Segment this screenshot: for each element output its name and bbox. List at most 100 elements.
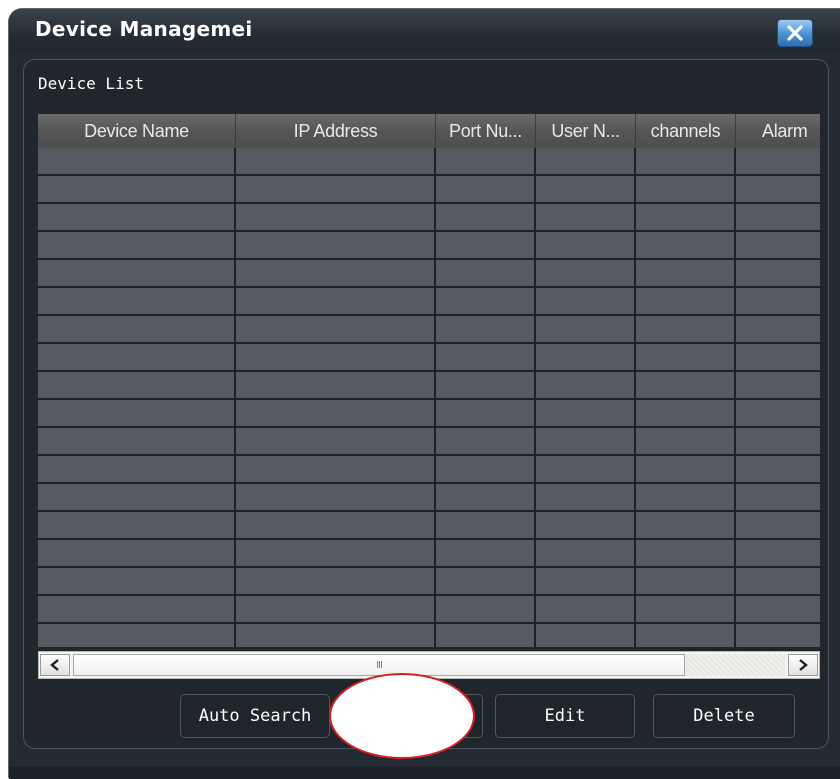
column-header-alarm[interactable]: Alarm bbox=[736, 114, 820, 148]
column-header-channels[interactable]: channels bbox=[636, 114, 736, 148]
auto-search-button[interactable]: Auto Search bbox=[180, 694, 330, 738]
table-cell bbox=[736, 484, 820, 510]
table-cell bbox=[736, 316, 820, 342]
table-cell bbox=[536, 148, 636, 174]
bottom-edge bbox=[9, 767, 840, 779]
table-cell bbox=[636, 568, 736, 594]
column-header-port-number[interactable]: Port Nu... bbox=[436, 114, 536, 148]
table-cell bbox=[436, 456, 536, 482]
table-cell bbox=[736, 400, 820, 426]
table-cell bbox=[436, 148, 536, 174]
table-cell bbox=[436, 372, 536, 398]
table-row[interactable] bbox=[38, 288, 820, 316]
table-cell bbox=[236, 512, 436, 538]
table-cell bbox=[536, 232, 636, 258]
column-header-user-name[interactable]: User N... bbox=[536, 114, 636, 148]
chevron-right-icon bbox=[799, 659, 808, 671]
table-cell bbox=[636, 624, 736, 647]
table-cell bbox=[736, 260, 820, 286]
table-cell bbox=[236, 456, 436, 482]
table-cell bbox=[736, 344, 820, 370]
table-cell bbox=[38, 344, 236, 370]
table-cell bbox=[636, 372, 736, 398]
table-cell bbox=[236, 232, 436, 258]
table-cell bbox=[236, 596, 436, 622]
device-list-label: Device List bbox=[38, 74, 144, 93]
table-cell bbox=[736, 624, 820, 647]
table-cell bbox=[38, 232, 236, 258]
close-button[interactable] bbox=[777, 19, 813, 47]
table-cell bbox=[736, 288, 820, 314]
table-cell bbox=[736, 596, 820, 622]
table-cell bbox=[736, 512, 820, 538]
table-cell bbox=[236, 400, 436, 426]
table-cell bbox=[536, 512, 636, 538]
table-cell bbox=[636, 204, 736, 230]
table-row[interactable] bbox=[38, 204, 820, 232]
table-cell bbox=[636, 260, 736, 286]
table-row[interactable] bbox=[38, 260, 820, 288]
edit-button[interactable]: Edit bbox=[495, 694, 635, 738]
table-cell bbox=[536, 540, 636, 566]
table-cell bbox=[436, 204, 536, 230]
table-cell bbox=[636, 428, 736, 454]
title-bar[interactable]: Device Managemei bbox=[9, 9, 840, 53]
table-cell bbox=[636, 316, 736, 342]
table-cell bbox=[236, 204, 436, 230]
horizontal-scrollbar[interactable]: III bbox=[38, 651, 820, 679]
table-row[interactable] bbox=[38, 344, 820, 372]
table-cell bbox=[436, 568, 536, 594]
table-cell bbox=[536, 372, 636, 398]
table-cell bbox=[236, 568, 436, 594]
table-row[interactable] bbox=[38, 512, 820, 540]
table-cell bbox=[536, 624, 636, 647]
table-cell bbox=[38, 428, 236, 454]
table-cell bbox=[736, 148, 820, 174]
table-cell bbox=[236, 148, 436, 174]
table-cell bbox=[236, 372, 436, 398]
table-cell bbox=[38, 176, 236, 202]
scroll-right-button[interactable] bbox=[788, 654, 818, 676]
table-cell bbox=[236, 288, 436, 314]
table-cell bbox=[38, 512, 236, 538]
table-row[interactable] bbox=[38, 484, 820, 512]
table-cell bbox=[236, 344, 436, 370]
table-body bbox=[38, 148, 820, 647]
table-row[interactable] bbox=[38, 148, 820, 176]
table-cell bbox=[436, 540, 536, 566]
table-row[interactable] bbox=[38, 176, 820, 204]
window-title: Device Managemei bbox=[35, 17, 253, 41]
scroll-thumb[interactable]: III bbox=[73, 654, 685, 676]
table-row[interactable] bbox=[38, 540, 820, 568]
table-cell bbox=[38, 400, 236, 426]
table-cell bbox=[536, 316, 636, 342]
delete-button[interactable]: Delete bbox=[653, 694, 795, 738]
table-cell bbox=[236, 260, 436, 286]
table-cell bbox=[636, 176, 736, 202]
column-header-device-name[interactable]: Device Name bbox=[38, 114, 236, 148]
table-row[interactable] bbox=[38, 372, 820, 400]
table-cell bbox=[436, 512, 536, 538]
table-cell bbox=[736, 232, 820, 258]
table-row[interactable] bbox=[38, 596, 820, 624]
table-cell bbox=[536, 176, 636, 202]
table-row[interactable] bbox=[38, 624, 820, 647]
table-cell bbox=[436, 484, 536, 510]
table-row[interactable] bbox=[38, 428, 820, 456]
table-row[interactable] bbox=[38, 316, 820, 344]
table-row[interactable] bbox=[38, 232, 820, 260]
table-cell bbox=[636, 456, 736, 482]
table-cell bbox=[236, 428, 436, 454]
table-cell bbox=[736, 428, 820, 454]
table-cell bbox=[536, 288, 636, 314]
table-cell bbox=[536, 344, 636, 370]
table-row[interactable] bbox=[38, 400, 820, 428]
scroll-left-button[interactable] bbox=[40, 654, 70, 676]
table-cell bbox=[436, 624, 536, 647]
table-row[interactable] bbox=[38, 456, 820, 484]
table-cell bbox=[38, 540, 236, 566]
column-header-ip-address[interactable]: IP Address bbox=[236, 114, 436, 148]
table-cell bbox=[38, 372, 236, 398]
device-list-table[interactable]: Device Name IP Address Port Nu... User N… bbox=[38, 114, 820, 647]
table-row[interactable] bbox=[38, 568, 820, 596]
